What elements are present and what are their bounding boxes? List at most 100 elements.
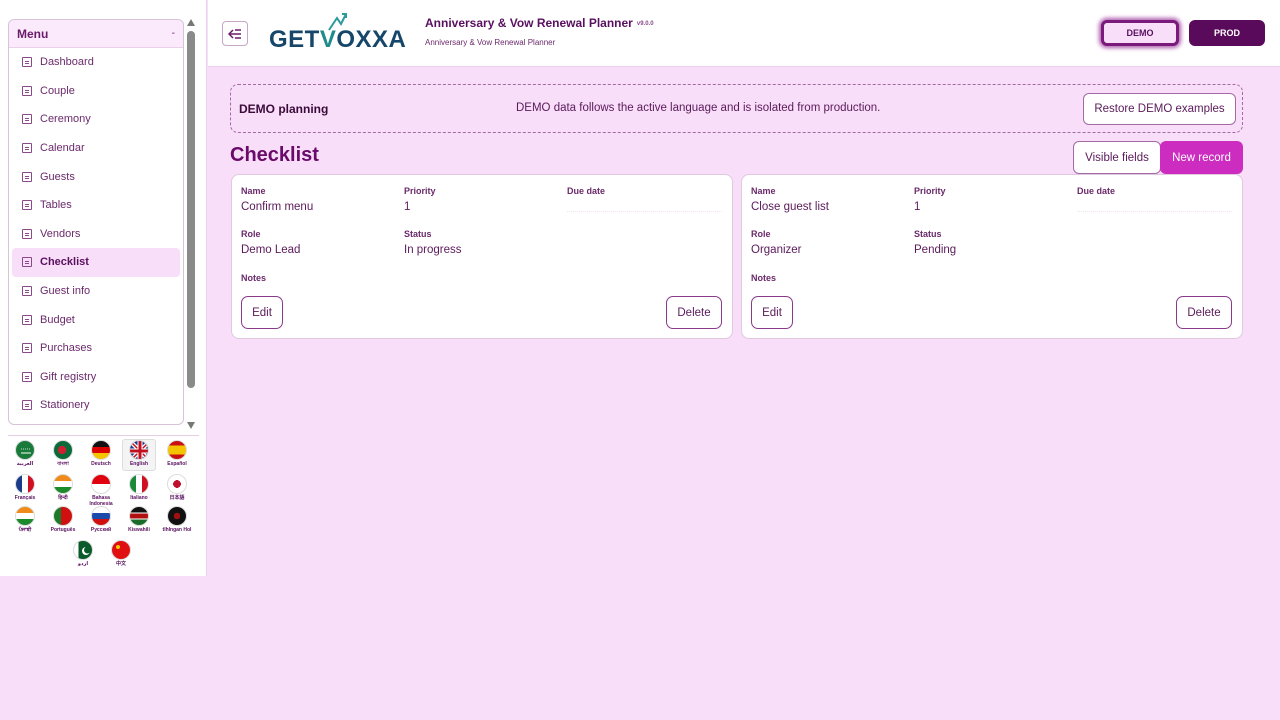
sidebar-collapse-button[interactable] (222, 21, 248, 46)
language-label: العربية (16, 461, 34, 467)
sidebar-item-stationery[interactable]: Stationery (12, 391, 180, 420)
collapse-sidebar-icon (228, 28, 241, 39)
sidebar-item-label: Vendors (40, 227, 81, 240)
record-due-date (567, 200, 722, 212)
sidebar-item-budget[interactable]: Budget (12, 305, 180, 334)
demo-banner-text: DEMO data follows the active language an… (516, 102, 881, 114)
language-option[interactable]: Русский (84, 506, 118, 533)
demo-banner-title: DEMO planning (239, 102, 329, 116)
language-option[interactable]: বাংলা (46, 440, 80, 467)
record-priority: 1 (914, 201, 921, 213)
language-label: Français (14, 495, 36, 501)
sidebar-item-label: Dashboard (40, 56, 94, 69)
language-label: tlhIngan Hol (162, 527, 192, 533)
sidebar-item-dashboard[interactable]: Dashboard (12, 48, 180, 77)
restore-demo-button[interactable]: Restore DEMO examples (1083, 93, 1236, 125)
record-role: Organizer (751, 244, 802, 256)
language-label: Español (167, 461, 187, 467)
sidebar-item-purchases[interactable]: Purchases (12, 334, 180, 363)
language-option[interactable]: English (122, 439, 156, 471)
field-label-name: Name (241, 186, 266, 196)
sidebar: Menu - Dashboard Couple Ceremony Calendar Gu… (0, 0, 207, 576)
menu-list: Dashboard Couple Ceremony Calendar Guests Tab… (9, 48, 183, 420)
sidebar-item-label: Purchases (40, 342, 92, 355)
page-title: Checklist (230, 144, 319, 166)
sidebar-item-ceremony[interactable]: Ceremony (12, 105, 180, 134)
language-label: 中文 (115, 561, 126, 567)
sidebar-item-gift-registry[interactable]: Gift registry (12, 363, 180, 392)
sidebar-item-label: Calendar (40, 142, 85, 155)
language-label: Italiano (130, 495, 148, 501)
sidebar-item-tables[interactable]: Tables (12, 191, 180, 220)
edit-button[interactable]: Edit (751, 296, 793, 329)
list-icon (22, 85, 32, 96)
field-label-notes: Notes (751, 273, 777, 283)
sidebar-scrollbar[interactable] (186, 19, 196, 429)
india-flag-icon (15, 506, 35, 526)
field-label-due-date: Due date (1077, 186, 1116, 196)
new-record-button[interactable]: New record (1160, 141, 1243, 174)
china-flag-icon (111, 540, 131, 560)
language-option[interactable]: हिन्दी (46, 474, 80, 501)
language-option[interactable]: ਪੰਜਾਬੀ (8, 506, 42, 533)
saudi-arabia-flag-icon (15, 440, 35, 460)
delete-button[interactable]: Delete (666, 296, 722, 329)
record-status: In progress (404, 244, 462, 256)
list-icon (22, 286, 32, 297)
scrollbar-thumb[interactable] (187, 31, 195, 388)
language-option[interactable]: Español (160, 440, 194, 467)
japan-flag-icon (167, 474, 187, 494)
topbar: GETVOXXA Anniversary & Vow Renewal Plann… (208, 0, 1280, 67)
language-label: বাংলা (57, 461, 69, 467)
uk-flag-icon (129, 440, 149, 460)
env-prod-button[interactable]: PROD (1189, 20, 1265, 46)
record-name: Confirm menu (241, 201, 314, 213)
language-option[interactable]: 日本語 (160, 474, 194, 501)
language-option[interactable]: اردو (66, 540, 100, 567)
language-label: English (129, 461, 149, 467)
sidebar-item-calendar[interactable]: Calendar (12, 134, 180, 163)
scroll-up-arrow-icon[interactable] (187, 19, 195, 26)
list-icon (22, 400, 32, 411)
env-demo-button[interactable]: DEMO (1101, 20, 1179, 46)
visible-fields-button[interactable]: Visible fields (1073, 141, 1161, 174)
language-label: Português (50, 527, 76, 533)
field-label-priority: Priority (404, 186, 436, 196)
language-option[interactable]: Deutsch (84, 440, 118, 467)
menu-title: Menu (17, 26, 49, 41)
language-option[interactable]: Italiano (122, 474, 156, 501)
india-flag-icon (53, 474, 73, 494)
menu-collapse-toggle[interactable]: - (172, 28, 175, 39)
delete-button[interactable]: Delete (1176, 296, 1232, 329)
sidebar-item-label: Gift registry (40, 370, 97, 383)
sidebar-item-guest-info[interactable]: Guest info (12, 277, 180, 306)
language-label: Deutsch (91, 461, 111, 467)
language-label: ਪੰਜਾਬੀ (18, 527, 32, 533)
edit-button[interactable]: Edit (241, 296, 283, 329)
menu-panel: Menu - Dashboard Couple Ceremony Calendar Gu… (8, 19, 184, 425)
sidebar-item-vendors[interactable]: Vendors (12, 220, 180, 249)
sidebar-item-label: Couple (40, 84, 75, 97)
indonesia-flag-icon (91, 474, 111, 494)
kenya-flag-icon (129, 506, 149, 526)
language-option[interactable]: العربية (8, 440, 42, 467)
record-role: Demo Lead (241, 244, 301, 256)
language-option[interactable]: Bahasa Indonesia (84, 474, 118, 507)
language-label: 日本語 (169, 495, 185, 501)
menu-header[interactable]: Menu - (9, 20, 183, 48)
language-option[interactable]: tlhIngan Hol (160, 506, 194, 533)
sidebar-item-guests[interactable]: Guests (12, 162, 180, 191)
sidebar-item-label: Ceremony (40, 113, 91, 126)
portugal-flag-icon (53, 506, 73, 526)
sidebar-item-checklist[interactable]: Checklist (12, 248, 180, 277)
field-label-role: Role (751, 229, 771, 239)
list-icon (22, 114, 32, 125)
language-option[interactable]: Français (8, 474, 42, 501)
scroll-down-arrow-icon[interactable] (187, 422, 195, 429)
language-option[interactable]: Kiswahili (122, 506, 156, 533)
language-option[interactable]: Português (46, 506, 80, 533)
list-icon (22, 171, 32, 182)
sidebar-item-label: Stationery (40, 399, 90, 412)
sidebar-item-couple[interactable]: Couple (12, 77, 180, 106)
language-option[interactable]: 中文 (104, 540, 138, 567)
